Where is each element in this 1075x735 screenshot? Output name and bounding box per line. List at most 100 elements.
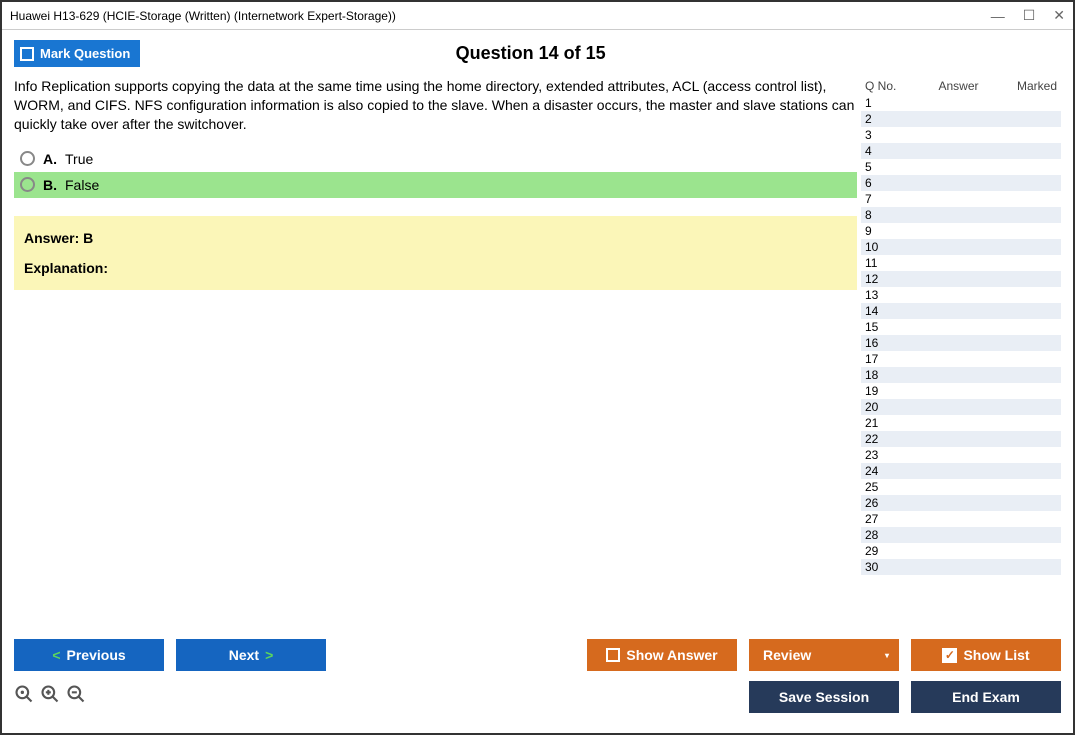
question-row[interactable]: 14 — [861, 303, 1061, 319]
review-button[interactable]: Review ▾ — [749, 639, 899, 671]
window-controls: — ☐ ✕ — [991, 7, 1065, 24]
row-qno: 25 — [865, 480, 895, 494]
question-row[interactable]: 2 — [861, 111, 1061, 127]
question-row[interactable]: 24 — [861, 463, 1061, 479]
row-qno: 20 — [865, 400, 895, 414]
option-a[interactable]: A. True — [14, 146, 857, 172]
row-qno: 15 — [865, 320, 895, 334]
chevron-right-icon: > — [265, 647, 273, 663]
footer: < Previous Next > Show Answer Review ▾ ✓… — [2, 629, 1073, 733]
row-qno: 8 — [865, 208, 895, 222]
mark-question-button[interactable]: Mark Question — [14, 40, 140, 67]
checkbox-icon — [20, 47, 34, 61]
row-qno: 18 — [865, 368, 895, 382]
option-text: True — [65, 151, 93, 167]
close-icon[interactable]: ✕ — [1053, 7, 1065, 24]
row-qno: 21 — [865, 416, 895, 430]
question-row[interactable]: 9 — [861, 223, 1061, 239]
next-button[interactable]: Next > — [176, 639, 326, 671]
previous-label: Previous — [67, 647, 126, 663]
question-row[interactable]: 15 — [861, 319, 1061, 335]
question-row[interactable]: 11 — [861, 255, 1061, 271]
save-session-button[interactable]: Save Session — [749, 681, 899, 713]
option-letter: A. — [43, 151, 57, 167]
window-title: Huawei H13-629 (HCIE-Storage (Written) (… — [10, 9, 991, 23]
question-row[interactable]: 13 — [861, 287, 1061, 303]
row-qno: 3 — [865, 128, 895, 142]
question-row[interactable]: 8 — [861, 207, 1061, 223]
row-qno: 22 — [865, 432, 895, 446]
zoom-reset-icon[interactable] — [14, 684, 34, 710]
end-exam-button[interactable]: End Exam — [911, 681, 1061, 713]
col-marked: Marked — [1007, 79, 1057, 93]
question-row[interactable]: 28 — [861, 527, 1061, 543]
row-qno: 1 — [865, 96, 895, 110]
titlebar: Huawei H13-629 (HCIE-Storage (Written) (… — [2, 2, 1073, 30]
row-qno: 4 — [865, 144, 895, 158]
question-text: Info Replication supports copying the da… — [14, 77, 857, 134]
question-row[interactable]: 7 — [861, 191, 1061, 207]
minimize-icon[interactable]: — — [991, 8, 1005, 24]
question-row[interactable]: 23 — [861, 447, 1061, 463]
radio-icon — [20, 151, 35, 166]
next-label: Next — [229, 647, 259, 663]
row-qno: 13 — [865, 288, 895, 302]
row-qno: 14 — [865, 304, 895, 318]
row-qno: 6 — [865, 176, 895, 190]
zoom-out-icon[interactable] — [66, 684, 86, 710]
show-list-label: Show List — [963, 647, 1029, 663]
row-qno: 2 — [865, 112, 895, 126]
question-row[interactable]: 16 — [861, 335, 1061, 351]
end-exam-label: End Exam — [952, 689, 1020, 705]
body: Info Replication supports copying the da… — [2, 77, 1073, 629]
question-row[interactable]: 12 — [861, 271, 1061, 287]
question-row[interactable]: 30 — [861, 559, 1061, 575]
row-qno: 9 — [865, 224, 895, 238]
question-row[interactable]: 18 — [861, 367, 1061, 383]
question-row[interactable]: 21 — [861, 415, 1061, 431]
question-row[interactable]: 5 — [861, 159, 1061, 175]
review-label: Review — [763, 647, 811, 663]
show-list-button[interactable]: ✓ Show List — [911, 639, 1061, 671]
check-icon: ✓ — [942, 648, 957, 663]
option-letter: B. — [43, 177, 57, 193]
maximize-icon[interactable]: ☐ — [1023, 7, 1036, 24]
question-row[interactable]: 19 — [861, 383, 1061, 399]
dropdown-icon: ▾ — [885, 651, 889, 660]
question-row[interactable]: 26 — [861, 495, 1061, 511]
row-qno: 12 — [865, 272, 895, 286]
option-b[interactable]: B. False — [14, 172, 857, 198]
col-answer: Answer — [910, 79, 1007, 93]
row-qno: 28 — [865, 528, 895, 542]
row-qno: 26 — [865, 496, 895, 510]
row-qno: 10 — [865, 240, 895, 254]
previous-button[interactable]: < Previous — [14, 639, 164, 671]
question-row[interactable]: 4 — [861, 143, 1061, 159]
row-qno: 7 — [865, 192, 895, 206]
row-qno: 27 — [865, 512, 895, 526]
question-list-panel: Q No. Answer Marked 12345678910111213141… — [861, 77, 1061, 621]
row-qno: 11 — [865, 256, 895, 270]
question-row[interactable]: 22 — [861, 431, 1061, 447]
zoom-in-icon[interactable] — [40, 684, 60, 710]
row-qno: 30 — [865, 560, 895, 574]
footer-row-1: < Previous Next > Show Answer Review ▾ ✓… — [14, 639, 1061, 671]
question-row[interactable]: 25 — [861, 479, 1061, 495]
row-qno: 23 — [865, 448, 895, 462]
question-row[interactable]: 29 — [861, 543, 1061, 559]
question-list[interactable]: 1234567891011121314151617181920212223242… — [861, 95, 1061, 621]
question-row[interactable]: 17 — [861, 351, 1061, 367]
question-row[interactable]: 20 — [861, 399, 1061, 415]
row-qno: 24 — [865, 464, 895, 478]
question-row[interactable]: 1 — [861, 95, 1061, 111]
save-session-label: Save Session — [779, 689, 869, 705]
question-row[interactable]: 27 — [861, 511, 1061, 527]
row-qno: 29 — [865, 544, 895, 558]
row-qno: 17 — [865, 352, 895, 366]
mark-question-label: Mark Question — [40, 46, 130, 61]
question-row[interactable]: 10 — [861, 239, 1061, 255]
question-row[interactable]: 3 — [861, 127, 1061, 143]
question-row[interactable]: 6 — [861, 175, 1061, 191]
show-answer-button[interactable]: Show Answer — [587, 639, 737, 671]
question-list-header: Q No. Answer Marked — [861, 77, 1061, 95]
